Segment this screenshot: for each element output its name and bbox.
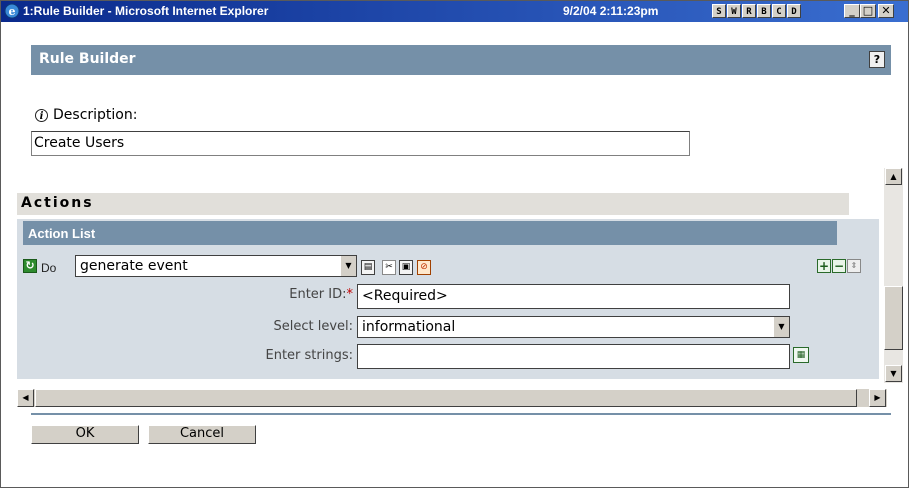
enter-strings-label: Enter strings: xyxy=(265,348,354,363)
cancel-button[interactable]: Cancel xyxy=(148,425,256,444)
toolbar-button-b[interactable]: B xyxy=(757,4,771,18)
divider xyxy=(31,413,891,415)
level-select-value: informational xyxy=(362,319,456,335)
scroll-left-icon[interactable]: ◀ xyxy=(17,389,34,407)
page-title: Rule Builder xyxy=(39,51,136,67)
toolbar-button-r[interactable]: R xyxy=(742,4,756,18)
help-icon[interactable]: ? xyxy=(869,51,885,68)
enter-strings-label-row: Enter strings: xyxy=(17,348,354,368)
toolbar-button-s[interactable]: S xyxy=(712,4,726,18)
scroll-up-icon[interactable]: ▲ xyxy=(885,168,902,185)
description-label-row: i Description: xyxy=(35,107,137,123)
remove-action-icon[interactable]: − xyxy=(832,259,846,273)
horizontal-scroll-thumb[interactable] xyxy=(35,389,857,407)
paste-icon[interactable]: ▣ xyxy=(399,260,413,275)
title-bar: e 1:Rule Builder - Microsoft Internet Ex… xyxy=(1,1,908,22)
enter-id-label: Enter ID: xyxy=(289,287,347,302)
enter-id-label-row: Enter ID:* xyxy=(17,287,353,307)
select-level-label: Select level: xyxy=(273,319,353,334)
window-timestamp: 9/2/04 2:11:23pm xyxy=(563,4,659,18)
description-label: Description: xyxy=(53,107,138,123)
ok-button[interactable]: OK xyxy=(31,425,139,444)
enter-id-input[interactable]: <Required> xyxy=(357,284,790,309)
do-label: Do xyxy=(41,261,57,275)
action-select[interactable]: generate event ▼ xyxy=(75,255,357,277)
delete-icon[interactable]: ⊘ xyxy=(417,260,431,275)
select-level-label-row: Select level: xyxy=(17,319,353,339)
action-list-header: Action List xyxy=(23,221,837,245)
level-select[interactable]: informational ▼ xyxy=(357,316,790,338)
info-icon[interactable]: i xyxy=(35,108,48,122)
actions-section-title: Actions xyxy=(21,195,94,211)
toolbar-button-d[interactable]: D xyxy=(787,4,801,18)
horizontal-scrollbar[interactable]: ◀ ▶ xyxy=(17,389,887,407)
edit-arguments-icon[interactable]: ▤ xyxy=(361,260,375,275)
scroll-down-icon[interactable]: ▼ xyxy=(885,365,902,382)
scroll-right-icon[interactable]: ▶ xyxy=(869,389,886,407)
vertical-scroll-thumb[interactable] xyxy=(884,286,903,350)
internet-explorer-icon: e xyxy=(4,3,20,19)
action-select-value: generate event xyxy=(80,258,188,274)
close-button[interactable]: ✕ xyxy=(878,4,894,18)
browser-window: e 1:Rule Builder - Microsoft Internet Ex… xyxy=(0,0,909,488)
maximize-button[interactable]: □ xyxy=(860,4,876,18)
vertical-scrollbar[interactable]: ▲ ▼ xyxy=(884,168,903,383)
add-action-icon[interactable]: + xyxy=(817,259,831,273)
actions-section-bar: Actions xyxy=(17,193,849,215)
enter-id-label-wrap: Enter ID:* xyxy=(289,287,353,302)
action-panel: Action List ↻ Do generate event ▼ ▤ ✂ ▣ … xyxy=(17,219,879,379)
refresh-icon[interactable]: ↻ xyxy=(23,259,37,273)
rule-builder-header: Rule Builder ? xyxy=(31,45,891,75)
required-marker: * xyxy=(346,287,354,302)
minimize-button[interactable]: _ xyxy=(844,4,860,18)
reorder-action-icon[interactable]: ⇕ xyxy=(847,259,861,273)
string-builder-icon[interactable]: ▦ xyxy=(793,347,809,363)
chevron-down-icon[interactable]: ▼ xyxy=(773,317,789,337)
svg-text:e: e xyxy=(9,5,16,18)
window-title: 1:Rule Builder - Microsoft Internet Expl… xyxy=(23,4,269,18)
toolbar-button-c[interactable]: C xyxy=(772,4,786,18)
chevron-down-icon[interactable]: ▼ xyxy=(340,256,356,276)
enter-strings-input[interactable] xyxy=(357,344,790,369)
cut-icon[interactable]: ✂ xyxy=(382,260,396,275)
toolbar-button-w[interactable]: W xyxy=(727,4,741,18)
action-list-title: Action List xyxy=(28,226,96,241)
description-input[interactable]: Create Users xyxy=(31,131,690,156)
